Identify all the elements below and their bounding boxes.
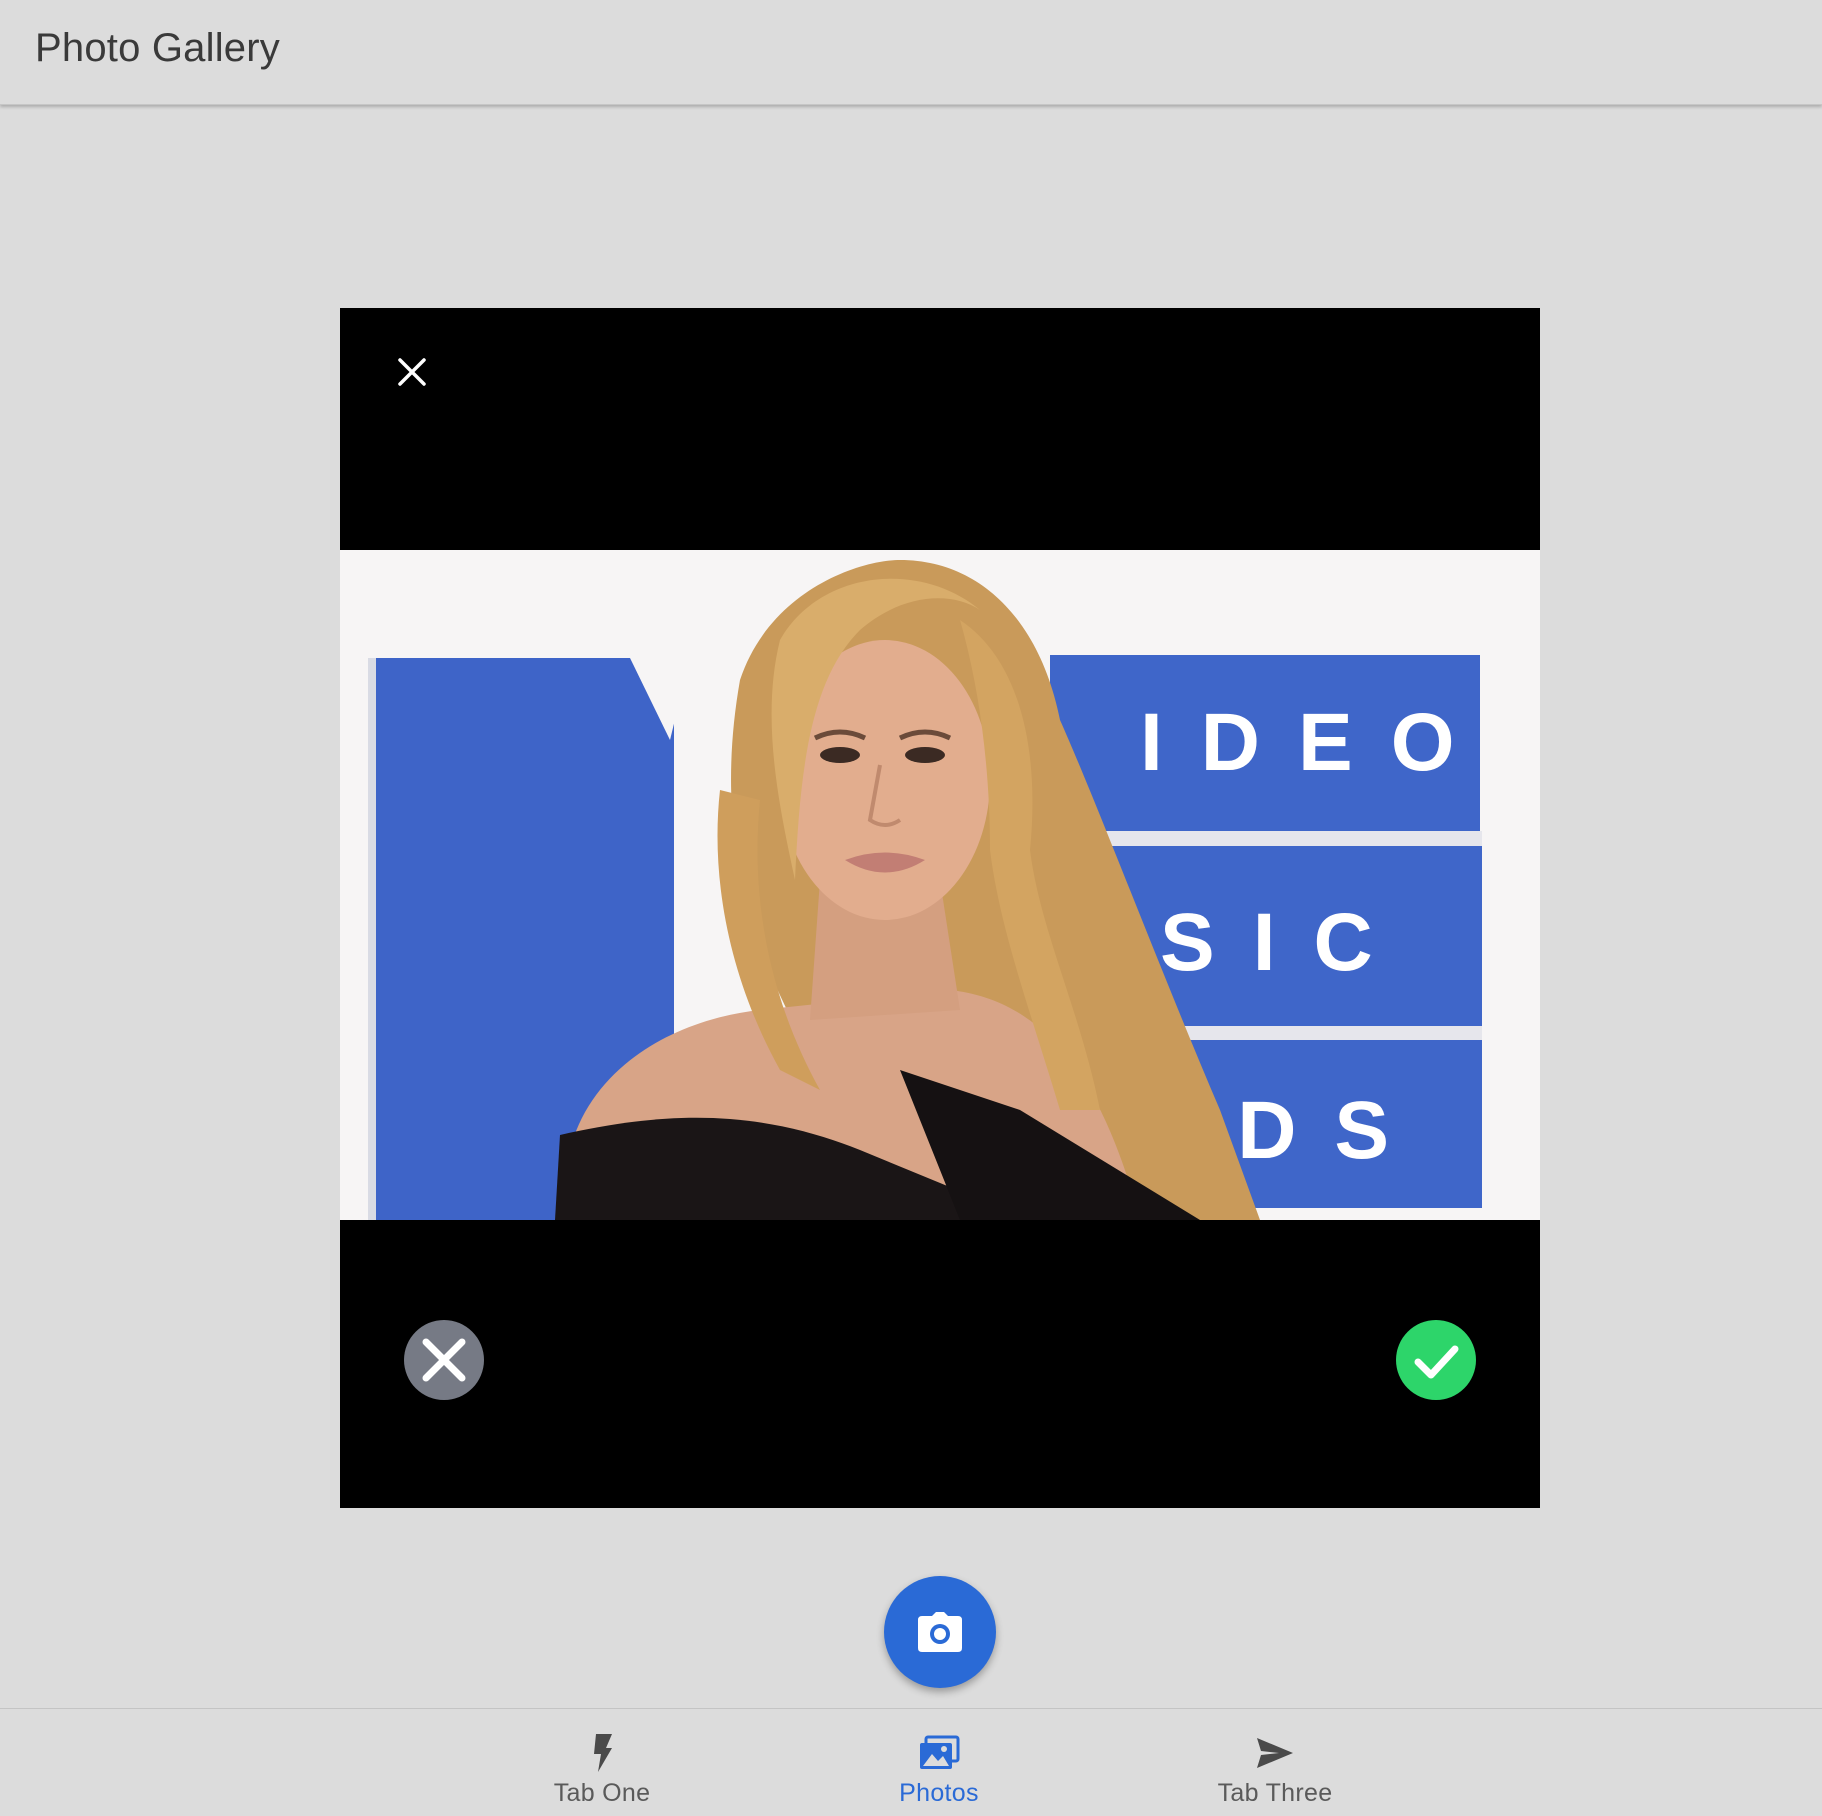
- take-photo-button[interactable]: [884, 1576, 996, 1688]
- bottom-tab-bar: Tab One Photos Tab Three: [0, 1708, 1822, 1816]
- checkmark-icon: [1414, 1345, 1459, 1379]
- app-header: Photo Gallery: [0, 0, 1822, 105]
- photo-preview: IDEO SIC RDS: [340, 550, 1540, 1220]
- tab-photos[interactable]: Photos: [819, 1709, 1059, 1816]
- close-circle-icon: [422, 1338, 466, 1382]
- flash-icon: [580, 1733, 624, 1773]
- close-preview-button[interactable]: [384, 344, 440, 400]
- camera-icon: [918, 1612, 962, 1652]
- camera-preview-modal: IDEO SIC RDS: [340, 308, 1540, 1508]
- page-title: Photo Gallery: [35, 26, 280, 70]
- tab-photos-label: Photos: [899, 1779, 979, 1807]
- tab-one-label: Tab One: [553, 1779, 651, 1807]
- close-icon: [398, 358, 426, 386]
- backdrop-text-2: SIC: [1160, 897, 1411, 988]
- backdrop-text-1: IDEO: [1140, 697, 1492, 788]
- send-icon: [1253, 1733, 1297, 1773]
- discard-photo-button[interactable]: [404, 1320, 484, 1400]
- confirm-photo-button[interactable]: [1396, 1320, 1476, 1400]
- tab-three[interactable]: Tab Three: [1155, 1709, 1395, 1816]
- tab-one[interactable]: Tab One: [482, 1709, 722, 1816]
- photo-image: IDEO SIC RDS: [340, 550, 1540, 1220]
- app-root: Photo Gallery IDEO SIC RDS Tab One Photo…: [0, 0, 1822, 1816]
- tab-three-label: Tab Three: [1217, 1779, 1333, 1807]
- images-icon: [917, 1733, 961, 1773]
